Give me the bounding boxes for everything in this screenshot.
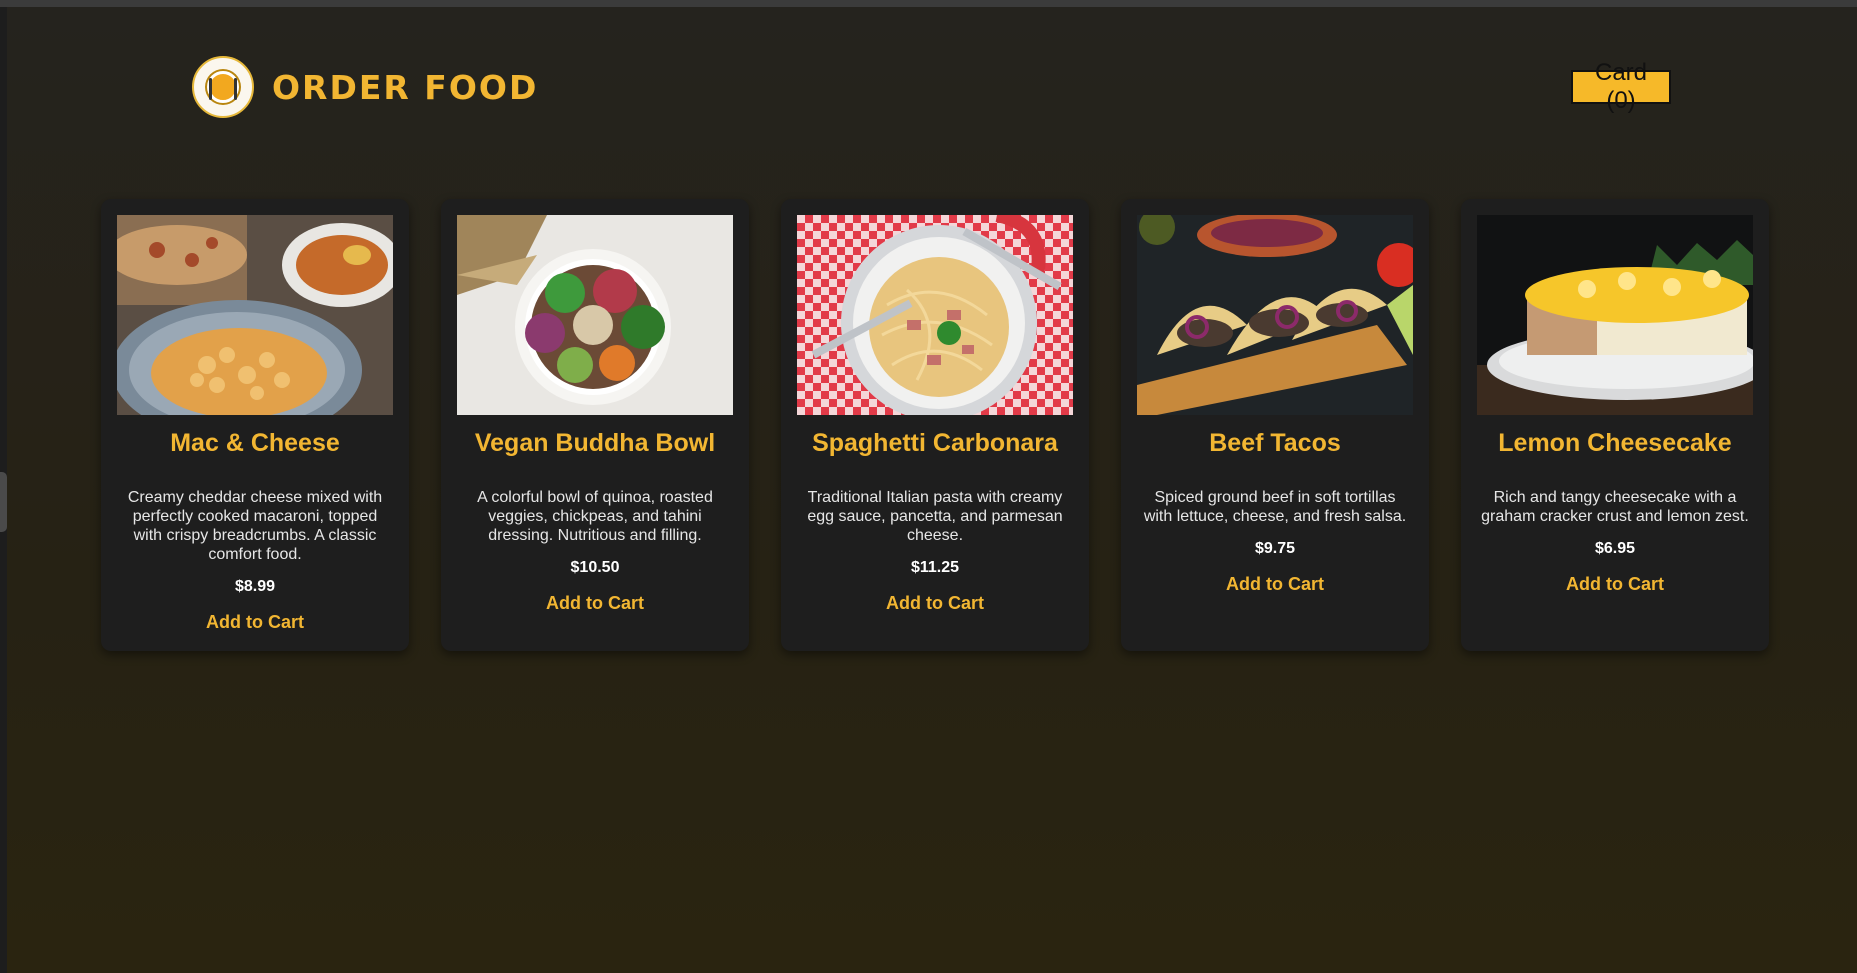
dish-name: Vegan Buddha Bowl xyxy=(474,429,716,457)
add-to-cart-button[interactable]: Add to Cart xyxy=(1566,574,1664,595)
brand-title[interactable]: ORDER FOOD xyxy=(272,68,538,107)
cart-button[interactable]: Card (0) xyxy=(1571,59,1671,114)
dish-description: Spiced ground beef in soft tortillas wit… xyxy=(1143,489,1407,525)
dish-price: $11.25 xyxy=(910,559,960,576)
dish-description: Traditional Italian pasta with creamy eg… xyxy=(807,489,1063,544)
mac-and-cheese-photo xyxy=(117,215,393,415)
menu-card: Mac & Cheese Creamy cheddar cheese mixed… xyxy=(101,199,409,651)
dish-description: Rich and tangy cheesecake with a graham … xyxy=(1481,489,1749,525)
fork-icon xyxy=(209,78,212,100)
knife-icon xyxy=(234,78,237,100)
side-handle[interactable] xyxy=(0,472,7,532)
menu-grid: Mac & Cheese Creamy cheddar cheese mixed… xyxy=(101,199,1769,651)
browser-top-bar xyxy=(0,0,1857,7)
dish-price: $8.99 xyxy=(234,578,276,595)
dish-name: Lemon Cheesecake xyxy=(1498,429,1732,457)
site-header: ORDER FOOD xyxy=(192,55,538,119)
menu-card: Beef Tacos Spiced ground beef in soft to… xyxy=(1121,199,1429,651)
add-to-cart-button[interactable]: Add to Cart xyxy=(886,593,984,614)
buddha-bowl-photo xyxy=(457,215,733,415)
dish-price: $9.75 xyxy=(1254,540,1296,557)
dish-price: $10.50 xyxy=(570,559,620,576)
dish-name: Mac & Cheese xyxy=(170,429,340,457)
logo-icon[interactable] xyxy=(192,56,254,118)
menu-card: Lemon Cheesecake Rich and tangy cheeseca… xyxy=(1461,199,1769,651)
dish-name: Beef Tacos xyxy=(1209,429,1341,457)
menu-card: Spaghetti Carbonara Traditional Italian … xyxy=(781,199,1089,651)
lemon-cheesecake-photo xyxy=(1477,215,1753,415)
beef-tacos-photo xyxy=(1137,215,1413,415)
add-to-cart-button[interactable]: Add to Cart xyxy=(546,593,644,614)
add-to-cart-button[interactable]: Add to Cart xyxy=(1226,574,1324,595)
menu-card: Vegan Buddha Bowl A colorful bowl of qui… xyxy=(441,199,749,651)
dish-name: Spaghetti Carbonara xyxy=(812,429,1058,457)
dish-description: A colorful bowl of quinoa, roasted veggi… xyxy=(477,489,713,544)
dish-price: $6.95 xyxy=(1594,540,1636,557)
spaghetti-carbonara-photo xyxy=(797,215,1073,415)
dish-description: Creamy cheddar cheese mixed with perfect… xyxy=(127,489,383,563)
add-to-cart-button[interactable]: Add to Cart xyxy=(206,612,304,633)
